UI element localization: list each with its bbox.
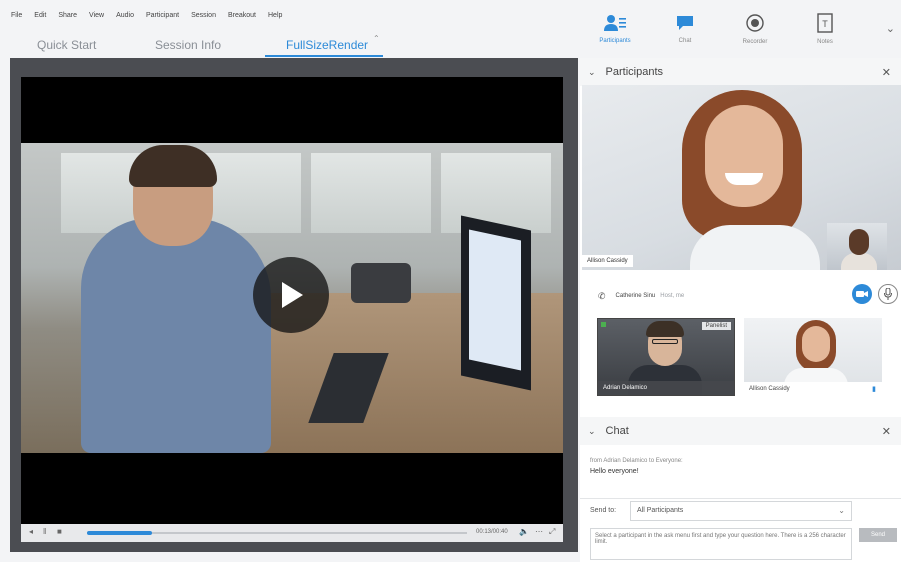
active-tab-indicator <box>265 55 383 57</box>
participant-thumbnail[interactable]: Panelist Adrian Delamico <box>597 318 735 396</box>
chevron-down-icon[interactable]: ⌄ <box>588 67 596 78</box>
chat-header[interactable]: ⌄ Chat ✕ <box>580 417 901 445</box>
notes-tool-label: Notes <box>817 39 833 45</box>
role-badge: Panelist <box>701 322 731 330</box>
self-view-video[interactable] <box>827 223 887 270</box>
tab-session-info[interactable]: Session Info <box>155 38 221 52</box>
caller-name: Catherine Sinu <box>615 293 656 299</box>
phone-icon: ✆ <box>598 290 606 301</box>
fullscreen-icon[interactable]: ⤢ <box>549 527 555 537</box>
microphone-icon <box>884 288 892 300</box>
menu-bar: File Edit Share View Audio Participant S… <box>0 0 580 30</box>
caller-status: Host, me <box>660 293 685 299</box>
menu-share[interactable]: Share <box>58 12 77 19</box>
participant-face <box>802 326 830 362</box>
chevron-down-icon[interactable]: ⌄ <box>588 426 596 437</box>
menu-session[interactable]: Session <box>191 12 216 19</box>
notes-icon: T <box>817 13 833 33</box>
menu-file[interactable]: File <box>11 12 22 19</box>
video-pane: ◂ ‖ ■ 00:13/00:40 🔈 ⋯ ⤢ <box>10 58 578 552</box>
chat-icon <box>677 16 693 30</box>
tab-fullsize-render[interactable]: FullSizeRender <box>286 38 368 52</box>
volume-icon[interactable]: 🔈 <box>519 527 529 536</box>
chat-sender: from Adrian Delamico to Everyone: <box>590 458 683 464</box>
participant-thumbnail[interactable]: Allison Cassidy ▮ <box>744 318 882 396</box>
participant-hair <box>646 321 684 337</box>
time-code: 00:13/00:40 <box>476 529 508 535</box>
tab-quick-start[interactable]: Quick Start <box>37 38 96 52</box>
speaker-face <box>705 105 783 207</box>
content-tabs: Quick Start Session Info FullSizeRender … <box>0 34 580 58</box>
caller-row: ✆ Catherine Sinu Host, me <box>580 284 901 308</box>
chat-tool-button[interactable]: Chat <box>650 0 720 58</box>
participants-header[interactable]: ⌄ Participants ✕ <box>580 58 901 86</box>
recorder-tool-button[interactable]: Recorder <box>720 0 790 58</box>
self-body <box>841 253 877 270</box>
participants-icon <box>604 15 626 31</box>
video-player[interactable] <box>21 77 563 524</box>
man-body <box>81 218 271 453</box>
office-window <box>311 153 431 233</box>
chat-title: Chat <box>605 425 629 437</box>
desk-phone <box>351 263 411 303</box>
send-to-row: Send to: All Participants ⌄ <box>580 498 901 522</box>
chat-message-input[interactable] <box>590 528 852 560</box>
recorder-tool-label: Recorder <box>742 39 768 45</box>
active-speaker-video: Allison Cassidy <box>582 85 901 270</box>
recipient-select[interactable]: All Participants ⌄ <box>630 501 852 521</box>
menu-help[interactable]: Help <box>268 12 282 19</box>
record-icon <box>746 14 764 32</box>
chat-message: Hello everyone! <box>590 468 639 475</box>
menu-view[interactable]: View <box>89 12 104 19</box>
send-button[interactable]: Send <box>859 528 897 542</box>
tab-close-icon[interactable]: ⌃ <box>373 34 380 43</box>
chat-tool-label: Chat <box>678 38 692 44</box>
glasses <box>652 339 678 344</box>
mute-button[interactable] <box>878 284 898 304</box>
stop-icon[interactable]: ■ <box>57 527 62 536</box>
active-indicator <box>601 322 606 327</box>
participants-tool-button[interactable]: Participants <box>580 0 650 58</box>
participants-tool-label: Participants <box>599 38 631 44</box>
monitor-screen <box>469 229 521 371</box>
menu-edit[interactable]: Edit <box>34 12 46 19</box>
svg-text:T: T <box>822 19 828 29</box>
recipient-value: All Participants <box>637 507 684 514</box>
settings-icon[interactable]: ⋯ <box>535 527 543 536</box>
menu-participant[interactable]: Participant <box>146 12 179 19</box>
chevron-down-icon: ⌄ <box>838 506 845 515</box>
progress-fill <box>87 531 152 535</box>
active-speaker-name: Allison Cassidy <box>582 255 633 267</box>
office-window <box>441 153 551 233</box>
participant-name: Adrian Delamico <box>598 381 734 395</box>
self-head <box>849 229 869 255</box>
chevron-down-icon[interactable]: ⌄ <box>886 22 895 35</box>
play-button[interactable] <box>253 257 329 333</box>
participant-name: Allison Cassidy <box>744 382 882 396</box>
menu-breakout[interactable]: Breakout <box>228 12 256 19</box>
speaker-body <box>690 225 820 270</box>
close-icon[interactable]: ✕ <box>882 425 891 438</box>
man-hair <box>129 145 217 187</box>
speaker-smile <box>725 173 763 185</box>
menu-audio[interactable]: Audio <box>116 12 134 19</box>
notes-tool-button[interactable]: T Notes <box>790 0 860 58</box>
video-button[interactable] <box>852 284 872 304</box>
skip-back-icon[interactable]: ◂ <box>29 527 33 536</box>
pause-icon[interactable]: ‖ <box>43 527 46 536</box>
participants-title: Participants <box>605 66 664 78</box>
webex-window: File Edit Share View Audio Participant S… <box>0 0 901 562</box>
player-controls: ◂ ‖ ■ 00:13/00:40 🔈 ⋯ ⤢ <box>21 524 563 542</box>
play-icon <box>282 282 303 308</box>
panel-toolbar: Participants Chat Recorder T Notes ⌄ <box>580 0 901 58</box>
microphone-icon: ▮ <box>872 386 876 393</box>
send-to-label: Send to: <box>590 507 617 514</box>
right-panel: ⌄ Participants ✕ Allison Cassidy ✆ Cathe… <box>580 58 901 562</box>
close-icon[interactable]: ✕ <box>882 66 891 79</box>
video-camera-icon <box>856 291 868 297</box>
